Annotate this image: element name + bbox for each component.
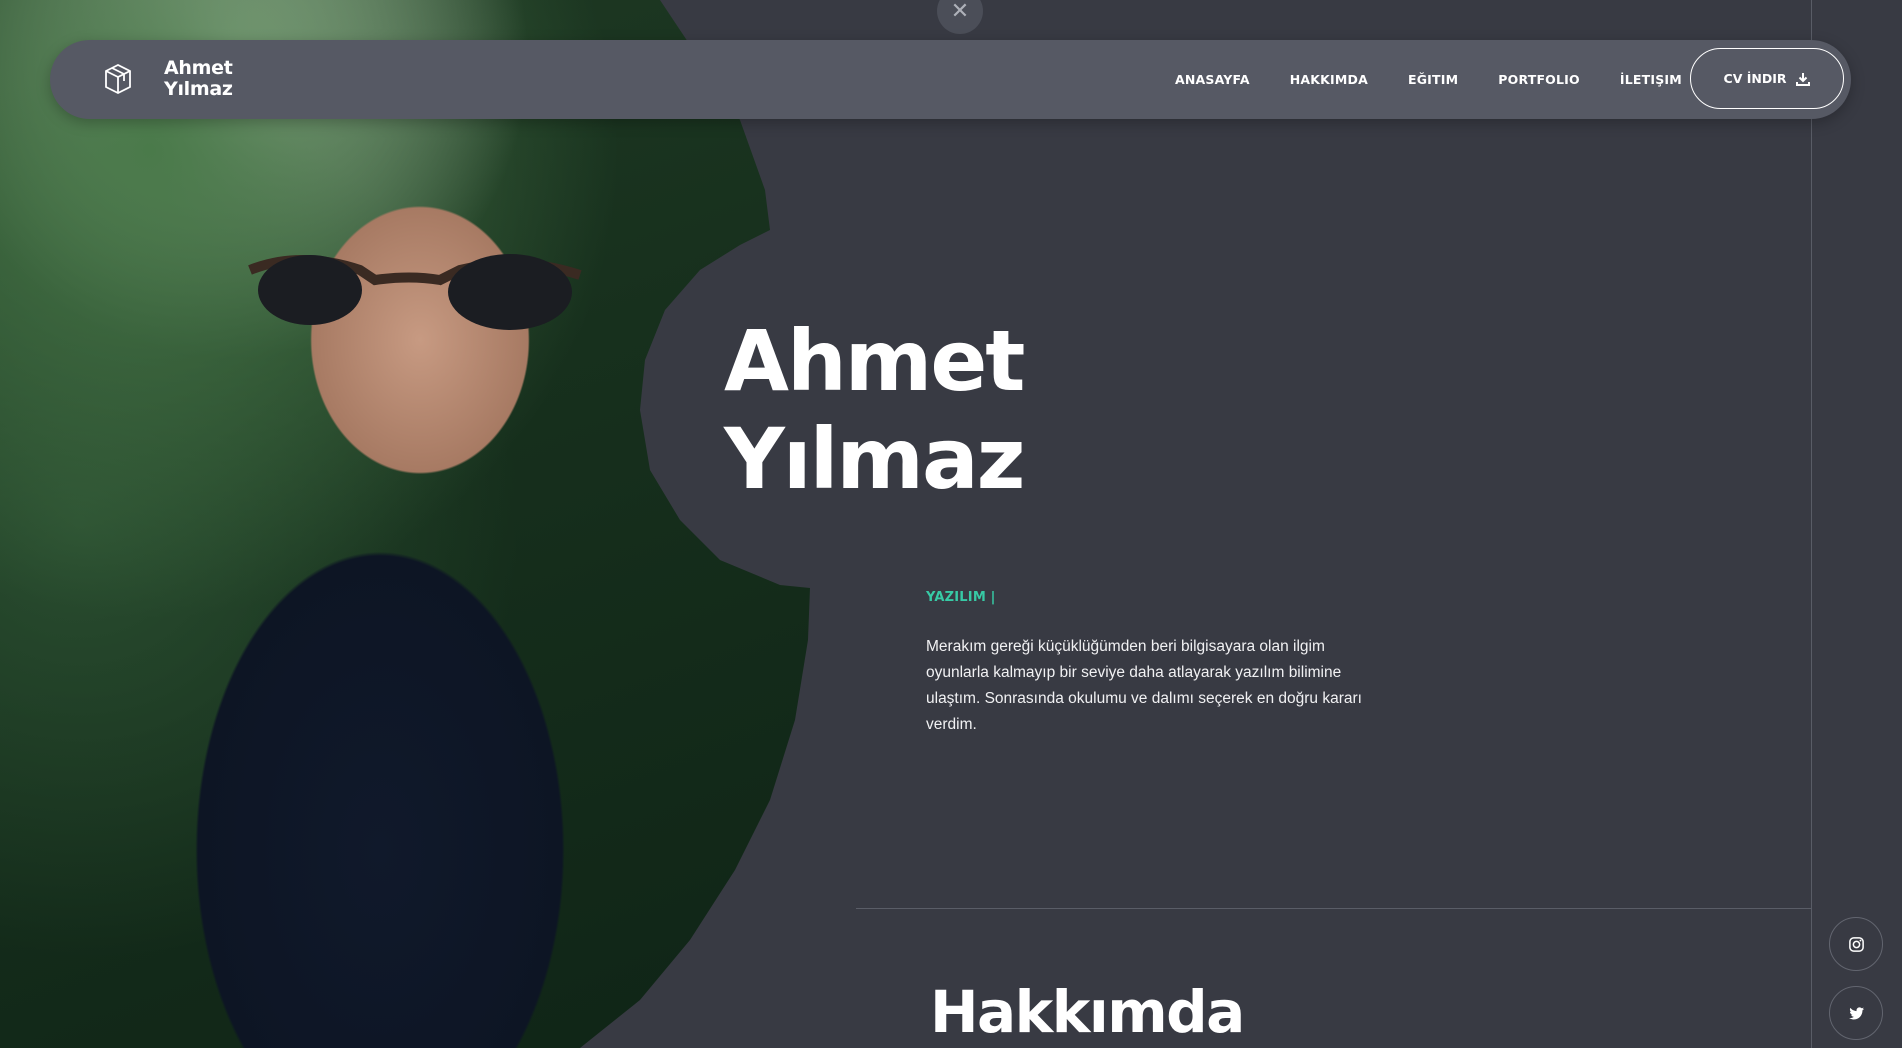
twitter-button[interactable] — [1829, 986, 1883, 1040]
instagram-icon — [1848, 936, 1864, 952]
navbar: Ahmet Yılmaz ANASAYFA HAKKIMDA EĞITIM PO… — [50, 40, 1851, 119]
instagram-button[interactable] — [1829, 917, 1883, 971]
twitter-icon — [1848, 1006, 1864, 1019]
hero-name-line2: Yılmaz — [724, 410, 1026, 508]
box-icon — [105, 63, 131, 95]
brand-name: Ahmet Yılmaz — [164, 57, 233, 100]
nav-egitim[interactable]: EĞITIM — [1408, 72, 1458, 87]
vertical-divider — [1811, 0, 1812, 1048]
download-icon — [1796, 72, 1811, 86]
nav-portfolio[interactable]: PORTFOLIO — [1498, 72, 1580, 87]
nav-links: ANASAYFA HAKKIMDA EĞITIM PORTFOLIO İLETI… — [1175, 40, 1722, 119]
role-text: YAZILIM | — [926, 590, 996, 605]
hero-name-line1: Ahmet — [724, 312, 1025, 410]
close-icon: ✕ — [950, 0, 970, 23]
nav-anasayfa[interactable]: ANASAYFA — [1175, 72, 1250, 87]
about-title: Hakkımda — [930, 978, 1245, 1046]
brand[interactable]: Ahmet Yılmaz — [102, 58, 254, 100]
nav-iletisim[interactable]: İLETIŞIM — [1620, 72, 1682, 87]
hero-photo — [0, 0, 810, 1048]
close-button[interactable]: ✕ — [937, 0, 983, 34]
bio-text: Merakım gereği küçüklüğümden beri bilgis… — [926, 638, 1362, 733]
cv-download-button[interactable]: CV İNDIR — [1690, 48, 1844, 109]
nav-hakkimda[interactable]: HAKKIMDA — [1290, 72, 1368, 87]
sunglasses-shape — [248, 254, 582, 330]
hero-name: Ahmet Yılmaz — [724, 312, 1026, 508]
cv-button-label: CV İNDIR — [1723, 71, 1787, 86]
section-divider — [856, 908, 1812, 909]
